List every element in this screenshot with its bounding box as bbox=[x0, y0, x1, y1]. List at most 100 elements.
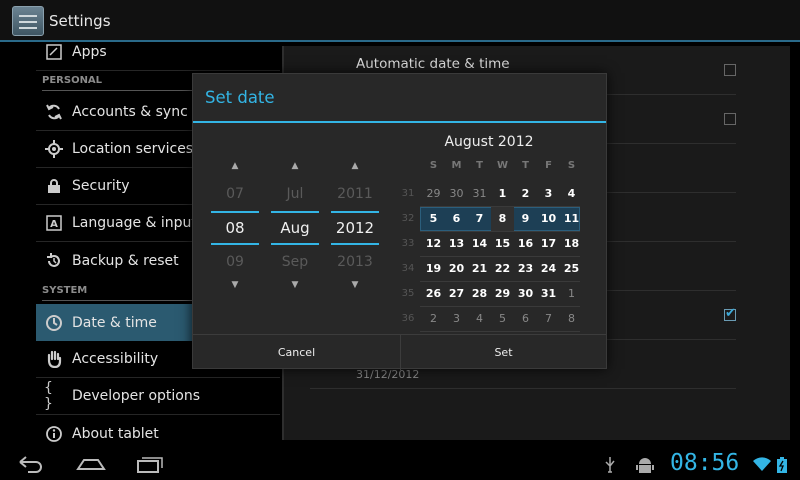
calendar-day[interactable]: 16 bbox=[514, 232, 537, 256]
day-current-value[interactable]: 08 bbox=[211, 211, 259, 245]
calendar-day[interactable]: 19 bbox=[422, 257, 445, 281]
sidebar-item-label: Backup & reset bbox=[72, 252, 179, 269]
status-clock: 08:56 bbox=[670, 450, 740, 476]
dialog-title-divider bbox=[193, 121, 606, 123]
calendar-day[interactable]: 21 bbox=[468, 257, 491, 281]
month-picker[interactable]: ▲ Jul Aug Sep ▼ bbox=[271, 161, 319, 294]
calendar-day[interactable]: 5 bbox=[422, 207, 445, 231]
automatic-time-zone-checkbox[interactable] bbox=[724, 113, 736, 125]
sidebar-item-apps[interactable]: Apps bbox=[36, 34, 280, 71]
calendar-day[interactable]: 29 bbox=[491, 282, 514, 306]
weekday-header: W bbox=[496, 160, 509, 171]
sidebar-item-label: Accessibility bbox=[72, 351, 159, 367]
calendar-day[interactable]: 29 bbox=[422, 182, 445, 206]
calendar-day[interactable]: 31 bbox=[537, 282, 560, 306]
battery-icon bbox=[776, 456, 788, 478]
year-picker[interactable]: ▲ 2011 2012 2013 ▼ bbox=[331, 161, 379, 294]
year-current-value[interactable]: 2012 bbox=[331, 211, 379, 245]
calendar-day[interactable]: 4 bbox=[560, 182, 583, 206]
week-number: 34 bbox=[401, 263, 415, 274]
day-next-value[interactable]: 09 bbox=[216, 254, 254, 270]
calendar-day[interactable]: 1 bbox=[491, 182, 514, 206]
calendar-day[interactable]: 10 bbox=[537, 207, 560, 231]
dialog-title: Set date bbox=[205, 88, 275, 107]
calendar-day[interactable]: 4 bbox=[468, 307, 491, 331]
recent-apps-icon[interactable] bbox=[136, 454, 164, 479]
calendar-day[interactable]: 6 bbox=[445, 207, 468, 231]
cancel-button[interactable]: Cancel bbox=[193, 335, 400, 370]
calendar-day[interactable]: 12 bbox=[422, 232, 445, 256]
use-24-hour-checkbox[interactable] bbox=[724, 306, 736, 321]
calendar-day[interactable]: 23 bbox=[514, 257, 537, 281]
calendar-day[interactable]: 8 bbox=[491, 207, 514, 231]
month-decrement-arrow-icon[interactable]: ▼ bbox=[289, 280, 301, 290]
week-number: 36 bbox=[401, 313, 415, 324]
sidebar-item-about-tablet[interactable]: About tablet bbox=[36, 415, 280, 452]
weekday-header: S bbox=[567, 160, 576, 171]
calendar-day[interactable]: 2 bbox=[422, 307, 445, 331]
weekday-header: F bbox=[545, 160, 552, 171]
year-decrement-arrow-icon[interactable]: ▼ bbox=[349, 280, 361, 290]
calendar-day[interactable]: 24 bbox=[537, 257, 560, 281]
calendar-day[interactable]: 2 bbox=[514, 182, 537, 206]
calendar-day[interactable]: 7 bbox=[468, 207, 491, 231]
month-next-value[interactable]: Sep bbox=[276, 254, 314, 270]
system-bar: 08:56 bbox=[0, 450, 800, 480]
week-number: 33 bbox=[401, 238, 415, 249]
calendar-day[interactable]: 9 bbox=[514, 207, 537, 231]
set-button[interactable]: Set bbox=[401, 335, 606, 370]
week-number: 35 bbox=[401, 288, 415, 299]
calendar-day[interactable]: 25 bbox=[560, 257, 583, 281]
sidebar-item-developer-options[interactable]: { } Developer options bbox=[36, 378, 280, 415]
sidebar-item-label: Accounts & sync bbox=[72, 104, 188, 120]
calendar-day[interactable]: 3 bbox=[537, 182, 560, 206]
month-prev-value[interactable]: Jul bbox=[276, 186, 314, 202]
calendar-day[interactable]: 5 bbox=[491, 307, 514, 331]
day-increment-arrow-icon[interactable]: ▲ bbox=[229, 161, 241, 171]
calendar-day[interactable]: 6 bbox=[514, 307, 537, 331]
action-bar-title: Settings bbox=[49, 12, 111, 30]
calendar-day[interactable]: 30 bbox=[514, 282, 537, 306]
dialog-button-bar: Cancel Set bbox=[193, 334, 606, 370]
calendar-day[interactable]: 27 bbox=[445, 282, 468, 306]
calendar-day[interactable]: 20 bbox=[445, 257, 468, 281]
calendar-day[interactable]: 18 bbox=[560, 232, 583, 256]
calendar-day[interactable]: 14 bbox=[468, 232, 491, 256]
year-prev-value[interactable]: 2011 bbox=[336, 186, 374, 202]
svg-text:A: A bbox=[50, 219, 58, 230]
calendar-day[interactable]: 8 bbox=[560, 307, 583, 331]
day-prev-value[interactable]: 07 bbox=[216, 186, 254, 202]
home-icon[interactable] bbox=[76, 454, 106, 479]
calendar-day[interactable]: 28 bbox=[468, 282, 491, 306]
year-next-value[interactable]: 2013 bbox=[336, 254, 374, 270]
automatic-date-time-label: Automatic date & time bbox=[356, 56, 510, 72]
language-icon: A bbox=[44, 213, 64, 233]
sidebar-item-label: Apps bbox=[72, 44, 107, 60]
sidebar-item-label: Developer options bbox=[72, 388, 201, 404]
automatic-date-time-checkbox[interactable] bbox=[724, 64, 736, 76]
day-decrement-arrow-icon[interactable]: ▼ bbox=[229, 280, 241, 290]
calendar-day[interactable]: 31 bbox=[468, 182, 491, 206]
calendar-day[interactable]: 11 bbox=[560, 207, 583, 231]
calendar-day[interactable]: 26 bbox=[422, 282, 445, 306]
weekday-header: S bbox=[429, 160, 438, 171]
week-row-divider bbox=[420, 331, 580, 332]
calendar-view[interactable]: August 2012 S M T W T F S 31 29 30 31 1 2 3 4 32 5 6 7 8 9 10… bbox=[398, 130, 580, 336]
settings-app-icon[interactable] bbox=[12, 6, 44, 36]
month-increment-arrow-icon[interactable]: ▲ bbox=[289, 161, 301, 171]
calendar-day[interactable]: 1 bbox=[560, 282, 583, 306]
info-icon bbox=[44, 424, 64, 444]
calendar-day[interactable]: 13 bbox=[445, 232, 468, 256]
month-current-value[interactable]: Aug bbox=[271, 211, 319, 245]
calendar-day[interactable]: 7 bbox=[537, 307, 560, 331]
calendar-day[interactable]: 15 bbox=[491, 232, 514, 256]
day-picker[interactable]: ▲ 07 08 09 ▼ bbox=[211, 161, 259, 294]
back-icon[interactable] bbox=[16, 454, 44, 479]
calendar-day[interactable]: 22 bbox=[491, 257, 514, 281]
calendar-month-title: August 2012 bbox=[444, 134, 534, 150]
sync-icon bbox=[44, 102, 64, 122]
calendar-day[interactable]: 3 bbox=[445, 307, 468, 331]
calendar-day[interactable]: 17 bbox=[537, 232, 560, 256]
year-increment-arrow-icon[interactable]: ▲ bbox=[349, 161, 361, 171]
calendar-day[interactable]: 30 bbox=[445, 182, 468, 206]
